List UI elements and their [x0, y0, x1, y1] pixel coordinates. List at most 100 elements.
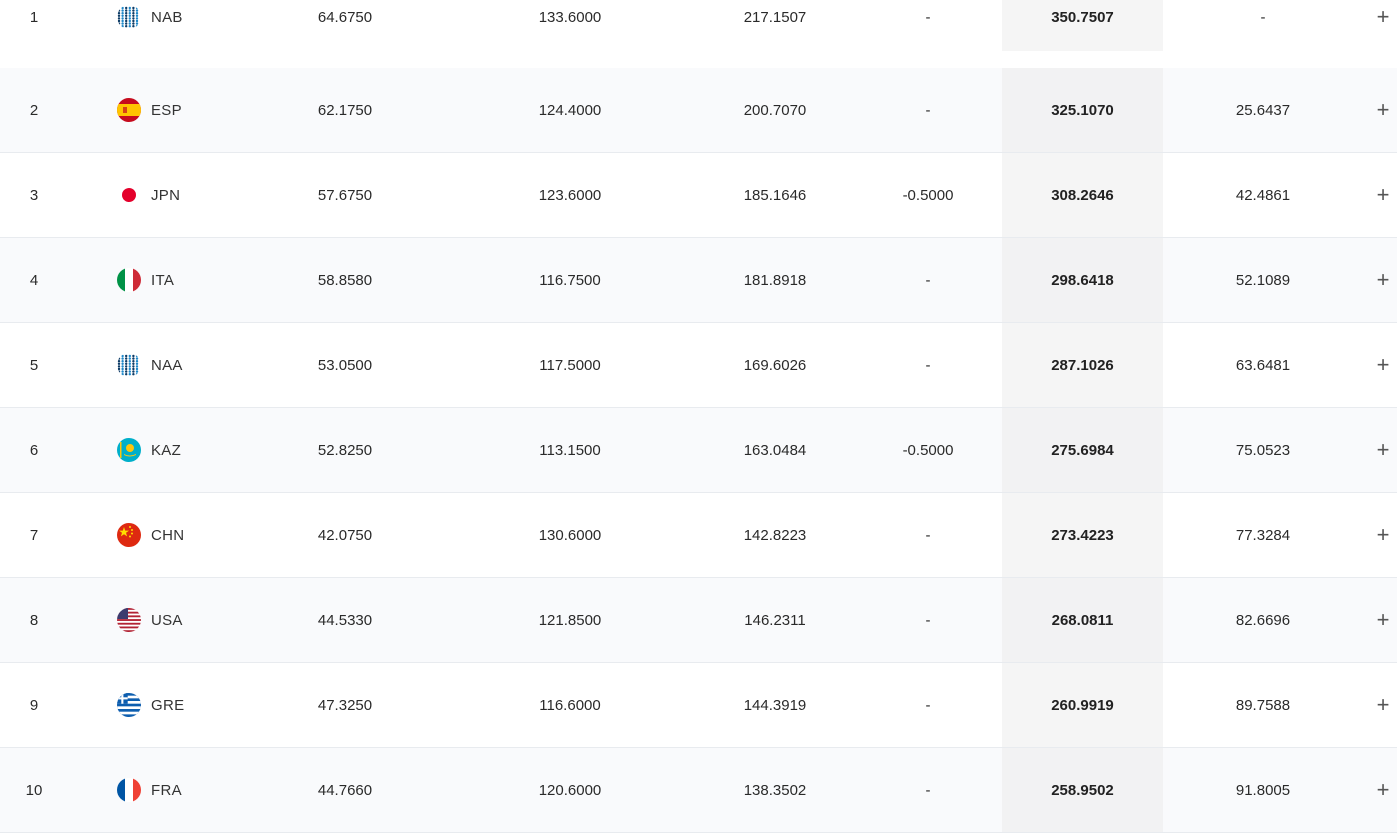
total-cell: 308.2646: [1002, 153, 1163, 237]
score-3-cell: 181.8918: [743, 271, 807, 289]
penalty-cell: -: [925, 356, 931, 374]
score-2-cell: 123.6000: [538, 186, 602, 204]
gre-flag-icon: [117, 693, 141, 717]
team-code: NAA: [151, 356, 183, 374]
score-2-cell: 130.6000: [538, 526, 602, 544]
team-cell: ITA: [117, 238, 267, 322]
fra-flag-icon: [117, 778, 141, 802]
score-3-cell: 169.6026: [743, 356, 807, 374]
ita-flag-icon: [117, 268, 141, 292]
score-1-cell: 52.8250: [317, 441, 373, 459]
team-code: JPN: [151, 186, 181, 204]
rank-cell: 6: [29, 441, 39, 459]
team-cell: NAB: [117, 0, 267, 51]
total-cell: 350.7507: [1002, 0, 1163, 51]
team-cell: GRE: [117, 663, 267, 747]
total-cell: 275.6984: [1002, 408, 1163, 492]
usa-flag-icon: [117, 608, 141, 632]
penalty-cell: -: [925, 781, 931, 799]
behind-cell: 25.6437: [1235, 101, 1291, 119]
team-code: ITA: [151, 271, 175, 289]
table-row[interactable]: 8 USA 44.5330 121.8500 146.2311 - 268.0811 82.6…: [0, 578, 1397, 663]
penalty-cell: -: [925, 271, 931, 289]
penalty-cell: -: [925, 696, 931, 714]
table-row[interactable]: 4 ITA 58.8580 116.7500 181.8918 - 298.6418 52.1…: [0, 238, 1397, 323]
esp-flag-icon: [117, 98, 141, 122]
table-row[interactable]: 7 CHN 42.0750 130.6000 142.8223 - 273.4223 77.3…: [0, 493, 1397, 578]
score-1-cell: 64.6750: [317, 8, 373, 26]
rank-cell: 2: [29, 101, 39, 119]
chn-flag-icon: [117, 523, 141, 547]
score-1-cell: 57.6750: [317, 186, 373, 204]
results-table: 1 NAB 64.6750 133.6000 217.1507 - 350.7507 - +2 E…: [0, 0, 1397, 833]
team-code: CHN: [151, 526, 185, 544]
rank-cell: 5: [29, 356, 39, 374]
score-1-cell: 42.0750: [317, 526, 373, 544]
plus-icon: +: [1376, 97, 1390, 122]
plus-icon: +: [1376, 777, 1390, 802]
behind-cell: -: [1260, 8, 1266, 26]
expand-row-button[interactable]: +: [1368, 748, 1397, 832]
penalty-cell: -: [925, 101, 931, 119]
table-row[interactable]: 1 NAB 64.6750 133.6000 217.1507 - 350.7507 - +: [0, 0, 1397, 69]
score-3-cell: 142.8223: [743, 526, 807, 544]
plus-icon: +: [1376, 522, 1390, 547]
expand-row-button[interactable]: +: [1368, 323, 1397, 407]
behind-cell: 75.0523: [1235, 441, 1291, 459]
score-3-cell: 144.3919: [743, 696, 807, 714]
neutral-flag-icon: [117, 353, 141, 377]
expand-row-button[interactable]: +: [1368, 578, 1397, 662]
table-row[interactable]: 6 KAZ 52.8250 113.1500 163.0484 -0.5000 275.69…: [0, 408, 1397, 493]
kaz-flag-icon: [117, 438, 141, 462]
team-code: GRE: [151, 696, 185, 714]
total-cell: 287.1026: [1002, 323, 1163, 407]
plus-icon: +: [1376, 607, 1390, 632]
score-3-cell: 200.7070: [743, 101, 807, 119]
plus-icon: +: [1376, 352, 1390, 377]
expand-row-button[interactable]: +: [1368, 493, 1397, 577]
score-3-cell: 138.3502: [743, 781, 807, 799]
team-cell: JPN: [117, 153, 267, 237]
score-2-cell: 121.8500: [538, 611, 602, 629]
expand-row-button[interactable]: +: [1368, 0, 1397, 51]
total-cell: 260.9919: [1002, 663, 1163, 747]
table-row[interactable]: 10 FRA 44.7660 120.6000 138.3502 - 258.9502 91.…: [0, 748, 1397, 833]
rank-cell: 8: [29, 611, 39, 629]
score-2-cell: 116.6000: [539, 696, 601, 714]
team-cell: ESP: [117, 68, 267, 152]
team-code: FRA: [151, 781, 182, 799]
score-3-cell: 185.1646: [743, 186, 807, 204]
expand-row-button[interactable]: +: [1368, 408, 1397, 492]
table-row[interactable]: 2 ESP 62.1750 124.4000 200.7070 - 325.1070 25.6…: [0, 68, 1397, 153]
table-row[interactable]: 9 GRE 47.3250 116.6000 144.3919 - 260.9919 89.7…: [0, 663, 1397, 748]
score-3-cell: 163.0484: [743, 441, 807, 459]
team-code: KAZ: [151, 441, 182, 459]
score-1-cell: 44.5330: [317, 611, 373, 629]
table-row[interactable]: 3 JPN 57.6750 123.6000 185.1646 -0.5000 308.26…: [0, 153, 1397, 238]
expand-row-button[interactable]: +: [1368, 663, 1397, 747]
neutral-flag-icon: [117, 5, 141, 29]
score-2-cell: 113.1500: [539, 441, 601, 459]
jpn-flag-icon: [117, 183, 141, 207]
score-2-cell: 133.6000: [538, 8, 602, 26]
penalty-cell: -: [925, 8, 931, 26]
rank-cell: 7: [29, 526, 39, 544]
score-2-cell: 116.7500: [539, 271, 601, 289]
score-1-cell: 47.3250: [317, 696, 373, 714]
total-cell: 325.1070: [1002, 68, 1163, 152]
score-1-cell: 53.0500: [317, 356, 373, 374]
score-1-cell: 62.1750: [317, 101, 373, 119]
rank-cell: 3: [29, 186, 39, 204]
table-row[interactable]: 5 NAA 53.0500 117.5000 169.6026 - 287.1026 63.6…: [0, 323, 1397, 408]
expand-row-button[interactable]: +: [1368, 68, 1397, 152]
behind-cell: 52.1089: [1235, 271, 1291, 289]
expand-row-button[interactable]: +: [1368, 153, 1397, 237]
behind-cell: 82.6696: [1235, 611, 1291, 629]
penalty-cell: -0.5000: [902, 186, 954, 204]
team-cell: USA: [117, 578, 267, 662]
team-code: ESP: [151, 101, 182, 119]
expand-row-button[interactable]: +: [1368, 238, 1397, 322]
score-1-cell: 58.8580: [317, 271, 373, 289]
penalty-cell: -: [925, 611, 931, 629]
team-code: NAB: [151, 8, 183, 26]
